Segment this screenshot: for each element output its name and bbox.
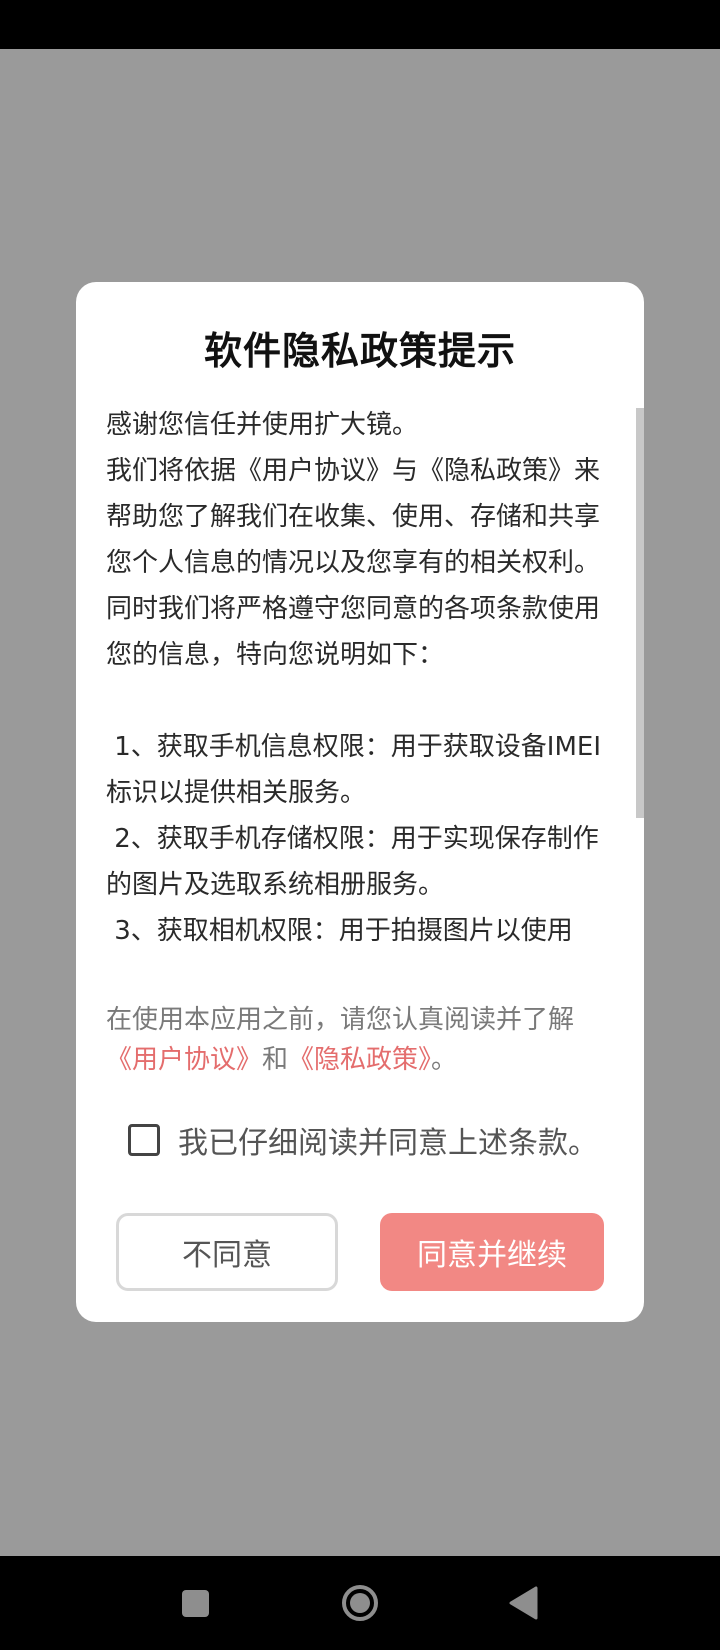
- policy-content-text: 感谢您信任并使用扩大镜。 我们将依据《用户协议》与《隐私政策》来帮助您了解我们在…: [106, 410, 602, 946]
- agree-checkbox[interactable]: [128, 1124, 160, 1156]
- content-scrollbar[interactable]: [636, 408, 644, 818]
- policy-notice: 在使用本应用之前，请您认真阅读并了解 《用户协议》和《隐私政策》。: [106, 1000, 621, 1080]
- circle-home-icon[interactable]: [340, 1583, 380, 1623]
- dialog-title: 软件隐私政策提示: [203, 329, 516, 373]
- privacy-policy-link[interactable]: 《隐私政策》: [288, 1045, 431, 1075]
- agree-row[interactable]: 我已仔细阅读并同意上述条款。: [128, 1118, 598, 1162]
- agree-checkbox-label[interactable]: 我已仔细阅读并同意上述条款。: [178, 1118, 598, 1162]
- notice-prefix: 在使用本应用之前，请您认真阅读并了解: [106, 1005, 575, 1035]
- accept-continue-button[interactable]: 同意并继续: [380, 1213, 604, 1291]
- square-icon[interactable]: [182, 1590, 209, 1617]
- triangle-back-icon[interactable]: [508, 1586, 538, 1620]
- notice-and: 和: [262, 1045, 289, 1075]
- status-bar: [0, 0, 720, 49]
- decline-button[interactable]: 不同意: [116, 1213, 338, 1291]
- user-agreement-link[interactable]: 《用户协议》: [106, 1045, 262, 1075]
- screen: 软件隐私政策提示 感谢您信任并使用扩大镜。 我们将依据《用户协议》与《隐私政策》…: [0, 0, 720, 1650]
- notice-suffix: 。: [431, 1045, 458, 1075]
- privacy-policy-dialog: 软件隐私政策提示 感谢您信任并使用扩大镜。 我们将依据《用户协议》与《隐私政策》…: [76, 282, 644, 1322]
